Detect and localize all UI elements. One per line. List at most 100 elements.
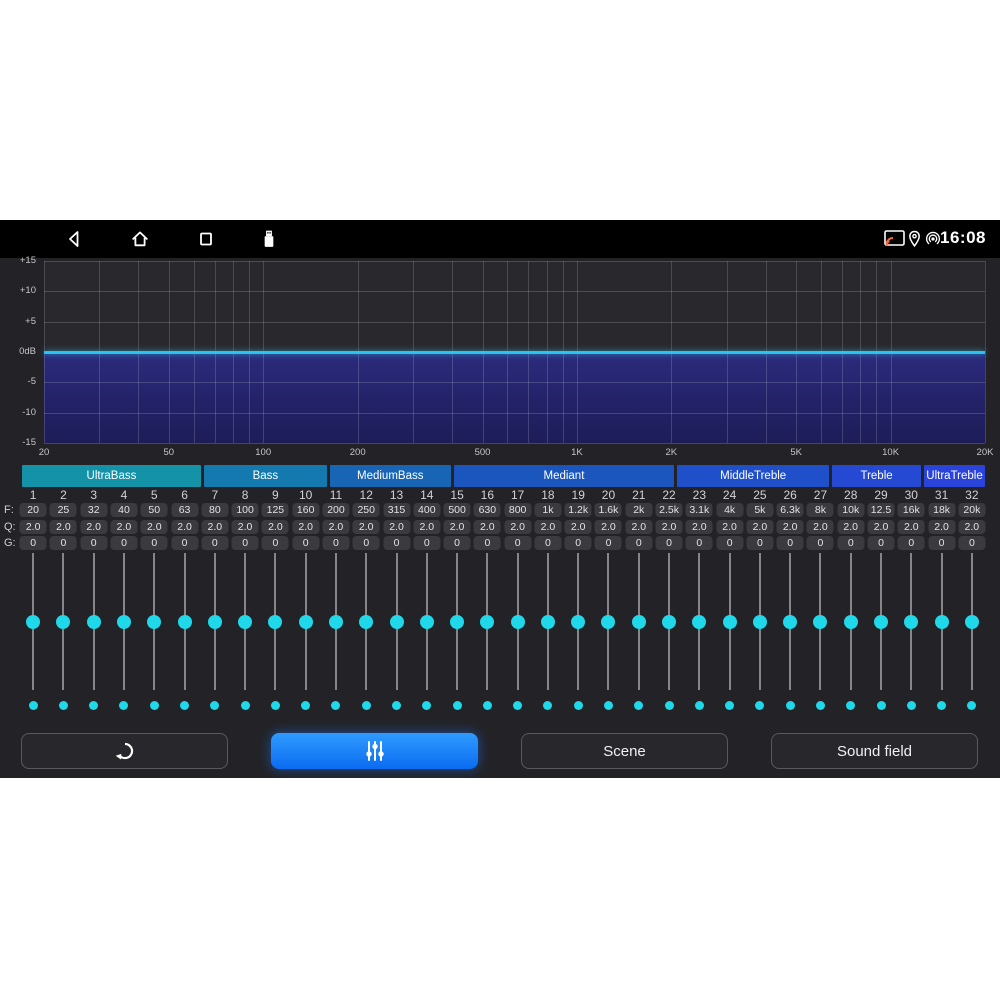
band-gain-value[interactable]: 0 xyxy=(868,536,895,550)
band-frequency-value[interactable]: 63 xyxy=(171,503,198,517)
band-q-value[interactable]: 2.0 xyxy=(232,520,259,534)
band-q-value[interactable]: 2.0 xyxy=(292,520,319,534)
band-q-value[interactable]: 2.0 xyxy=(20,520,47,534)
band-q-value[interactable]: 2.0 xyxy=(322,520,349,534)
band-q-value[interactable]: 2.0 xyxy=(656,520,683,534)
band-q-value[interactable]: 2.0 xyxy=(353,520,380,534)
band-q-value[interactable]: 2.0 xyxy=(565,520,592,534)
gain-slider-knob[interactable] xyxy=(601,615,615,629)
band-q-value[interactable]: 2.0 xyxy=(595,520,622,534)
band-gain-value[interactable]: 0 xyxy=(141,536,168,550)
band-q-value[interactable]: 2.0 xyxy=(837,520,864,534)
gain-slider-knob[interactable] xyxy=(87,615,101,629)
band-gain-value[interactable]: 0 xyxy=(50,536,77,550)
band-frequency-value[interactable]: 16k xyxy=(898,503,925,517)
band-gain-value[interactable]: 0 xyxy=(201,536,228,550)
gain-slider-knob[interactable] xyxy=(208,615,222,629)
band-frequency-value[interactable]: 20 xyxy=(20,503,47,517)
band-group-bass[interactable]: Bass xyxy=(204,465,327,487)
gain-slider-knob[interactable] xyxy=(632,615,646,629)
band-group-ultrabass[interactable]: UltraBass xyxy=(22,465,201,487)
band-q-value[interactable]: 2.0 xyxy=(958,520,985,534)
band-frequency-value[interactable]: 2.5k xyxy=(656,503,683,517)
band-frequency-value[interactable]: 1.2k xyxy=(565,503,592,517)
band-frequency-value[interactable]: 25 xyxy=(50,503,77,517)
band-gain-value[interactable]: 0 xyxy=(898,536,925,550)
band-gain-value[interactable]: 0 xyxy=(474,536,501,550)
band-frequency-value[interactable]: 500 xyxy=(444,503,471,517)
band-group-ultratreble[interactable]: UltraTreble xyxy=(924,465,985,487)
gain-slider-knob[interactable] xyxy=(359,615,373,629)
band-gain-value[interactable]: 0 xyxy=(292,536,319,550)
band-frequency-value[interactable]: 10k xyxy=(837,503,864,517)
band-gain-value[interactable]: 0 xyxy=(837,536,864,550)
band-gain-value[interactable]: 0 xyxy=(353,536,380,550)
band-frequency-value[interactable]: 50 xyxy=(141,503,168,517)
gain-slider-knob[interactable] xyxy=(571,615,585,629)
gain-slider-knob[interactable] xyxy=(662,615,676,629)
gain-slider-knob[interactable] xyxy=(450,615,464,629)
gain-slider-knob[interactable] xyxy=(329,615,343,629)
gain-slider-knob[interactable] xyxy=(723,615,737,629)
gain-slider-knob[interactable] xyxy=(390,615,404,629)
band-q-value[interactable]: 2.0 xyxy=(383,520,410,534)
gain-slider-knob[interactable] xyxy=(813,615,827,629)
band-frequency-value[interactable]: 80 xyxy=(201,503,228,517)
band-group-mediumbass[interactable]: MediumBass xyxy=(330,465,451,487)
band-q-value[interactable]: 2.0 xyxy=(625,520,652,534)
band-frequency-value[interactable]: 18k xyxy=(928,503,955,517)
band-frequency-value[interactable]: 800 xyxy=(504,503,531,517)
band-frequency-value[interactable]: 8k xyxy=(807,503,834,517)
band-q-value[interactable]: 2.0 xyxy=(444,520,471,534)
band-q-value[interactable]: 2.0 xyxy=(898,520,925,534)
band-gain-value[interactable]: 0 xyxy=(80,536,107,550)
gain-slider-knob[interactable] xyxy=(844,615,858,629)
band-gain-value[interactable]: 0 xyxy=(534,536,561,550)
band-gain-value[interactable]: 0 xyxy=(686,536,713,550)
band-frequency-value[interactable]: 315 xyxy=(383,503,410,517)
band-frequency-value[interactable]: 200 xyxy=(322,503,349,517)
band-gain-value[interactable]: 0 xyxy=(777,536,804,550)
band-gain-value[interactable]: 0 xyxy=(322,536,349,550)
band-frequency-value[interactable]: 1k xyxy=(534,503,561,517)
band-q-value[interactable]: 2.0 xyxy=(474,520,501,534)
band-frequency-value[interactable]: 125 xyxy=(262,503,289,517)
band-gain-value[interactable]: 0 xyxy=(565,536,592,550)
band-frequency-value[interactable]: 100 xyxy=(232,503,259,517)
band-frequency-value[interactable]: 5k xyxy=(746,503,773,517)
band-gain-value[interactable]: 0 xyxy=(625,536,652,550)
gain-slider-knob[interactable] xyxy=(238,615,252,629)
gain-slider-knob[interactable] xyxy=(178,615,192,629)
band-gain-value[interactable]: 0 xyxy=(595,536,622,550)
band-gain-value[interactable]: 0 xyxy=(746,536,773,550)
gain-slider-knob[interactable] xyxy=(783,615,797,629)
band-gain-value[interactable]: 0 xyxy=(110,536,137,550)
band-q-value[interactable]: 2.0 xyxy=(777,520,804,534)
band-frequency-value[interactable]: 3.1k xyxy=(686,503,713,517)
gain-slider-knob[interactable] xyxy=(541,615,555,629)
gain-slider-knob[interactable] xyxy=(753,615,767,629)
band-gain-value[interactable]: 0 xyxy=(928,536,955,550)
band-gain-value[interactable]: 0 xyxy=(171,536,198,550)
band-frequency-value[interactable]: 6.3k xyxy=(777,503,804,517)
gain-slider-knob[interactable] xyxy=(26,615,40,629)
band-q-value[interactable]: 2.0 xyxy=(262,520,289,534)
band-frequency-value[interactable]: 4k xyxy=(716,503,743,517)
gain-slider-knob[interactable] xyxy=(420,615,434,629)
gain-slider-knob[interactable] xyxy=(480,615,494,629)
band-q-value[interactable]: 2.0 xyxy=(716,520,743,534)
band-gain-value[interactable]: 0 xyxy=(444,536,471,550)
gain-slider-knob[interactable] xyxy=(268,615,282,629)
scene-button[interactable]: Scene xyxy=(521,733,728,769)
equalizer-button[interactable] xyxy=(271,733,478,769)
band-frequency-value[interactable]: 20k xyxy=(958,503,985,517)
reset-button[interactable] xyxy=(21,733,228,769)
band-frequency-value[interactable]: 32 xyxy=(80,503,107,517)
gain-slider-knob[interactable] xyxy=(692,615,706,629)
gain-slider-knob[interactable] xyxy=(904,615,918,629)
band-q-value[interactable]: 2.0 xyxy=(50,520,77,534)
band-gain-value[interactable]: 0 xyxy=(262,536,289,550)
band-q-value[interactable]: 2.0 xyxy=(201,520,228,534)
band-q-value[interactable]: 2.0 xyxy=(80,520,107,534)
band-q-value[interactable]: 2.0 xyxy=(504,520,531,534)
